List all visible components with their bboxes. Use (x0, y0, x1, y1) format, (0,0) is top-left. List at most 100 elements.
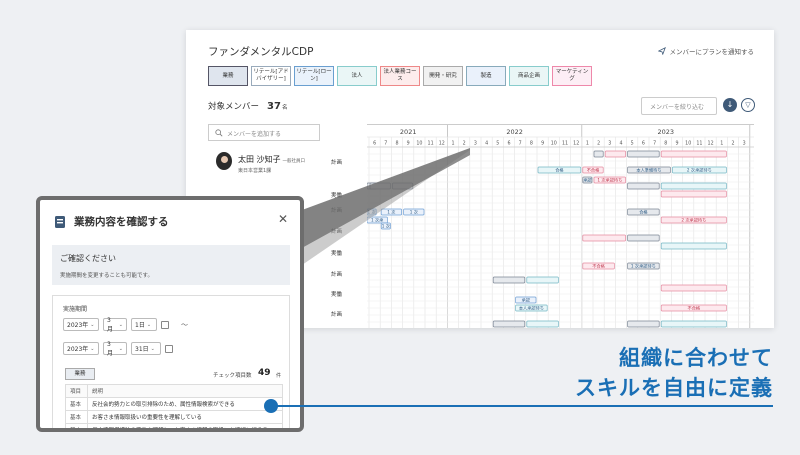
notice-box: ご確認ください 実施期間を変更することも可能です。 (52, 245, 290, 285)
notice-title: ご確認ください (60, 254, 116, 263)
send-icon (657, 47, 666, 55)
month-label: 9 (541, 141, 544, 147)
schedule-bar-label: 2 次承認待ち (687, 167, 712, 174)
month-label: 10 (416, 141, 422, 147)
chevron-down-icon: ⌄ (146, 321, 152, 328)
callout-dot (264, 399, 278, 413)
month-label: 8 (664, 141, 667, 147)
start-year-value: 2023年 (67, 322, 89, 329)
schedule-bar (627, 234, 660, 242)
schedule-bar (392, 182, 414, 190)
member-label-text: 対象メンバー (208, 102, 260, 112)
download-button[interactable]: ↓ (723, 98, 737, 112)
schedule-bar-label: 本人準備待ち (636, 167, 661, 174)
tab-6[interactable]: 製造 (466, 66, 506, 86)
schedule-grid[interactable]: 2021 2022 2023 6 7 8 9 10 11 12 1 2 3 4 5 6 7 8 9 10 11 12 1 2 3… (367, 124, 754, 328)
month-label: 9 (407, 141, 410, 147)
month-label: 10 (685, 141, 691, 147)
check-count-unit: 件 (276, 373, 282, 379)
member-filter-input[interactable]: メンバーを絞り込む (641, 97, 717, 115)
month-label: 11 (428, 141, 434, 147)
month-label: 2 (463, 141, 466, 147)
tagline: 組織に合わせて スキルを自由に定義 (575, 343, 773, 403)
member-name: 太田 沙知子 (238, 155, 281, 164)
plan-row-label: 計画 (331, 272, 343, 278)
tab-5[interactable]: 開発・研究 (423, 66, 463, 86)
column-header-description: 説明 (87, 384, 283, 398)
schedule-bar-label: 合格 (639, 209, 648, 216)
filter-button[interactable]: ▽ (741, 98, 755, 112)
schedule-bar-label: 不合格 (688, 305, 701, 312)
notify-members-link[interactable]: メンバーにプランを通知する (657, 46, 754, 56)
plan-row-label: 計画 (331, 208, 343, 214)
schedule-bar (604, 150, 626, 158)
month-label: 11 (696, 141, 702, 147)
schedule-bar (660, 182, 727, 190)
close-icon[interactable]: ✕ (278, 212, 288, 226)
table-header-row: 項目 説明 (65, 384, 283, 398)
table-row: 基本 反社会的勢力との取引排除のため、属性情報検索ができる (65, 397, 283, 411)
add-member-input[interactable]: メンバーを追加する (208, 124, 320, 141)
tab-8[interactable]: マーケティング (552, 66, 592, 86)
end-day-select[interactable]: 31日 ⌄ (131, 342, 161, 355)
row-category: 基本 (65, 423, 88, 428)
check-items-table: 項目 説明 基本 反社会的勢力との取引排除のため、属性情報検索ができる 基本 お… (65, 384, 283, 428)
start-date-row: 2023年 ⌄ 3月 ⌄ 1日 ⌄ 〜 (63, 317, 188, 333)
start-month-select[interactable]: 3月 ⌄ (103, 317, 127, 333)
end-month-value: 3月 (107, 340, 114, 357)
member-count: 37 (267, 101, 281, 112)
plan-row-label: 計画 (331, 312, 343, 318)
month-label: 12 (439, 141, 445, 147)
tab-3[interactable]: 法人 (337, 66, 377, 86)
schedule-bar (526, 320, 559, 328)
tagline-underline (271, 405, 773, 407)
tab-4[interactable]: 法人業務コース (380, 66, 420, 86)
end-year-value: 2023年 (67, 346, 89, 353)
tagline-line-2: スキルを自由に定義 (575, 376, 773, 400)
month-label: 6 (373, 141, 376, 147)
document-icon (55, 215, 65, 228)
tab-0[interactable]: 業務 (208, 66, 248, 86)
tab-2[interactable]: リテール[ローン] (294, 66, 334, 86)
avatar (216, 151, 232, 170)
month-label: 12 (708, 141, 714, 147)
category-tabs: 業務 リテール[アドバイザリー] リテール[ローン] 法人 法人業務コース 開発・研究 製造… (208, 66, 592, 86)
tab-7[interactable]: 商品企画 (509, 66, 549, 86)
schedule-bar (660, 190, 727, 198)
member-card[interactable]: 太田 沙知子 一般社員口 東日本営業1課 (216, 147, 305, 174)
month-label: 5 (496, 141, 499, 147)
add-member-placeholder: メンバーを追加する (227, 131, 282, 138)
table-row: 基本 個人情報保護法の要件を理解し、お客さま情報の取扱いを適切に行える (65, 423, 283, 428)
end-date-row: 2023年 ⌄ 3月 ⌄ 31日 ⌄ (63, 340, 173, 357)
download-icon: ↓ (726, 100, 734, 109)
end-year-select[interactable]: 2023年 ⌄ (63, 342, 99, 355)
year-label: 2021 (400, 128, 417, 136)
row-category: 基本 (65, 410, 88, 424)
month-label: 4 (485, 141, 488, 147)
period-label: 実施期間 (63, 306, 88, 313)
end-month-select[interactable]: 3月 ⌄ (103, 340, 127, 357)
start-day-select[interactable]: 1日 ⌄ (131, 318, 157, 331)
task-confirm-modal: 業務内容を確認する ✕ ご確認ください 実施期間を変更することも可能です。 実施… (36, 196, 304, 432)
schedule-bar (660, 284, 727, 292)
schedule-bar (492, 276, 526, 284)
chevron-down-icon: ⌄ (118, 321, 123, 328)
start-year-select[interactable]: 2023年 ⌄ (63, 318, 99, 331)
schedule-bar-label: 1 次承 (371, 217, 384, 224)
member-dept: 東日本営業1課 (238, 168, 272, 174)
month-label: 7 (519, 141, 522, 147)
month-label: 1 (586, 141, 589, 147)
calendar-icon[interactable] (161, 320, 169, 329)
month-label: 12 (573, 141, 579, 147)
schedule-bar-label: 合格 (555, 167, 564, 174)
plan-row-label: 実働 (331, 251, 343, 257)
month-label: 4 (619, 141, 622, 147)
calendar-icon[interactable] (165, 344, 173, 353)
schedule-bar-label: 1 次 (410, 209, 419, 216)
tab-1[interactable]: リテール[アドバイザリー] (251, 66, 291, 86)
schedule-bar (582, 234, 626, 242)
month-label: 3 (743, 141, 746, 147)
row-description: お客さま情報取扱いの重要性を理解している (87, 410, 283, 424)
month-label: 8 (530, 141, 533, 147)
period-panel: 実施期間 2023年 ⌄ 3月 ⌄ 1日 ⌄ 〜 2023年 ⌄ 3月 ⌄ 31日 ⌄ 業務… (52, 295, 290, 428)
